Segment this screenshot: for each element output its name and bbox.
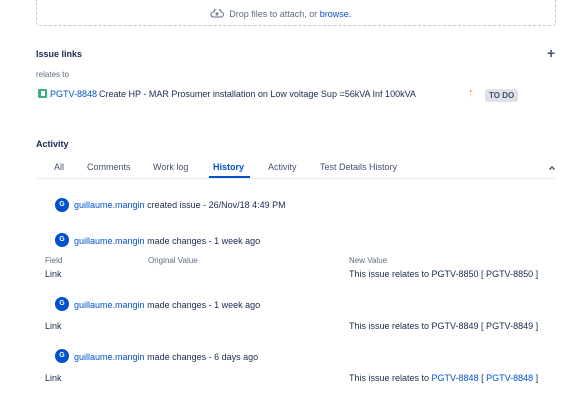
change-field: Link (45, 269, 62, 279)
column-header-field: Field (45, 256, 63, 265)
change-new-value: This issue relates to PGTV-8848 [ PGTV-8… (349, 373, 538, 383)
linked-issue-summary: Create HP - MAR Prosumer installation on… (99, 89, 416, 99)
browse-link[interactable]: browse. (320, 9, 352, 19)
history-action: made changes - 1 week ago (147, 236, 261, 246)
history-entry-header: guillaume.mangin made changes - 1 week a… (74, 300, 260, 310)
issue-links-heading: Issue links (36, 49, 83, 59)
history-action: made changes - 1 week ago (147, 300, 261, 310)
story-icon (38, 89, 47, 98)
upload-cloud-icon (210, 9, 224, 18)
new-value-suffix: ] (533, 373, 539, 383)
issue-link[interactable]: PGTV-8848 (432, 373, 479, 383)
avatar[interactable]: G (55, 297, 69, 311)
linked-issue-row[interactable]: PGTV-8848 Create HP - MAR Prosumer insta… (36, 87, 556, 102)
priority-high-icon: ↑ (468, 87, 474, 99)
history-entry-header: guillaume.mangin created issue - 26/Nov/… (74, 200, 286, 210)
avatar[interactable]: G (55, 233, 69, 247)
history-entry-header: guillaume.mangin made changes - 1 week a… (74, 236, 260, 246)
relation-label: relates to (36, 70, 69, 79)
new-value-bracket: [ (478, 373, 487, 383)
tab-activity[interactable]: Activity (268, 162, 297, 172)
tab-test-details-history[interactable]: Test Details History (320, 162, 397, 172)
dropzone-text: Drop files to attach, or (229, 9, 318, 19)
change-field: Link (45, 321, 62, 331)
tab-work-log[interactable]: Work log (153, 162, 188, 172)
status-badge: TO DO (485, 89, 519, 102)
avatar[interactable]: G (55, 198, 69, 212)
change-new-value: This issue relates to PGTV-8849 [ PGTV-8… (349, 321, 539, 331)
dropzone-label: Drop files to attach, or browse. (0, 9, 561, 19)
column-header-original: Original Value (148, 256, 198, 265)
user-link[interactable]: guillaume.mangin (74, 352, 145, 362)
linked-issue-key[interactable]: PGTV-8848 (50, 89, 97, 99)
user-link[interactable]: guillaume.mangin (74, 300, 145, 310)
column-header-new: New Value (349, 256, 388, 265)
history-action: made changes - 6 days ago (147, 352, 259, 362)
active-tab-indicator (209, 176, 250, 178)
issue-link[interactable]: PGTV-8848 (486, 373, 533, 383)
tabs-divider (36, 178, 556, 179)
user-link[interactable]: guillaume.mangin (74, 200, 145, 210)
history-action: created issue - 26/Nov/18 4:49 PM (147, 200, 286, 210)
activity-heading: Activity (36, 139, 69, 149)
user-link[interactable]: guillaume.mangin (74, 236, 145, 246)
add-link-icon[interactable]: + (547, 46, 555, 60)
tab-all[interactable]: All (54, 162, 64, 172)
change-new-value: This issue relates to PGTV-8850 [ PGTV-8… (349, 269, 539, 279)
chevron-up-icon[interactable] (548, 164, 556, 172)
new-value-prefix: This issue relates to (349, 373, 432, 383)
history-entry-header: guillaume.mangin made changes - 6 days a… (74, 352, 258, 362)
avatar[interactable]: G (55, 349, 69, 363)
change-field: Link (45, 373, 62, 383)
tab-comments[interactable]: Comments (87, 162, 131, 172)
tab-history[interactable]: History (213, 162, 244, 172)
